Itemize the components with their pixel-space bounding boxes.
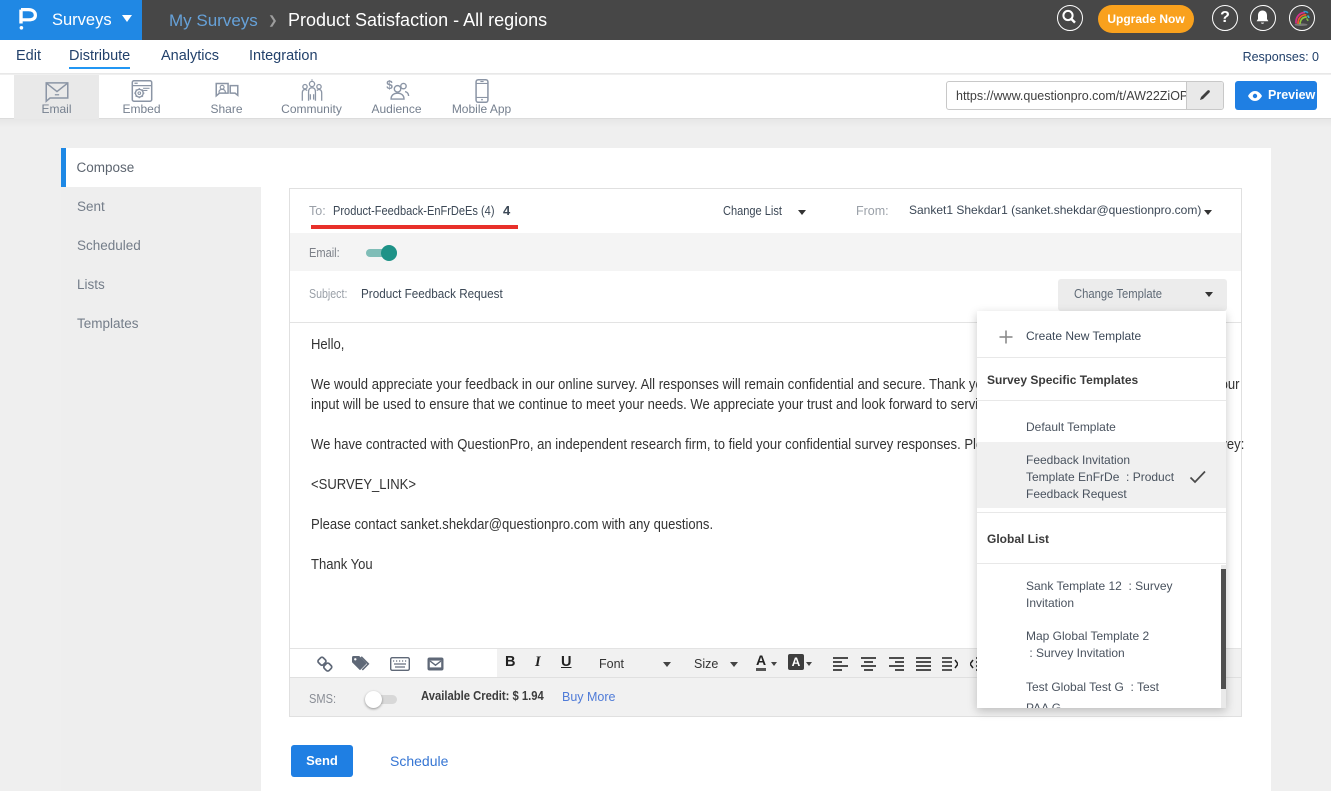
svg-text:$: $ bbox=[386, 78, 393, 92]
